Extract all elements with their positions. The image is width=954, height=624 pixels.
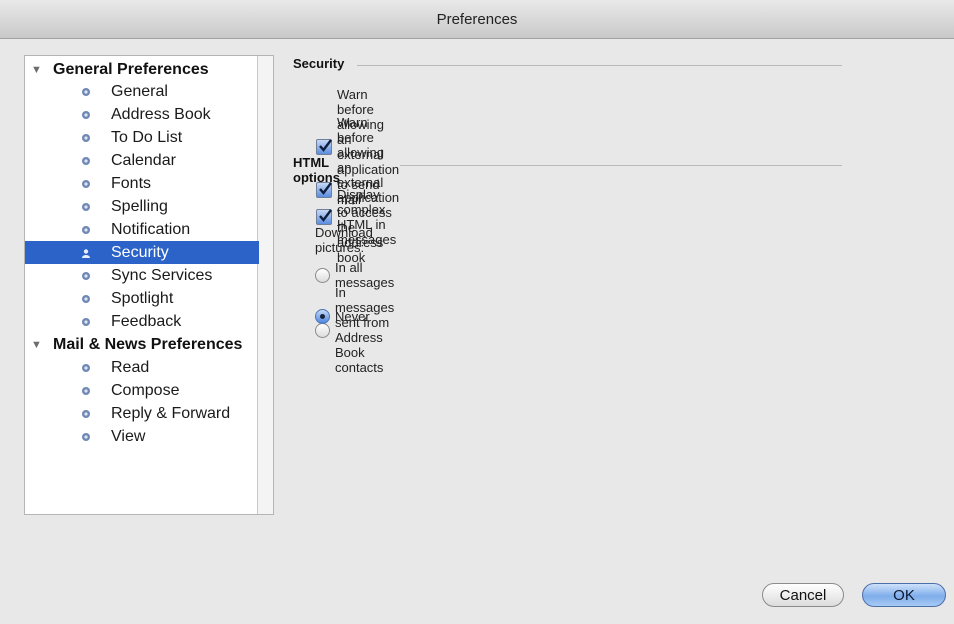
compose-icon <box>82 386 90 395</box>
address-book-icon <box>82 110 90 119</box>
cancel-button[interactable]: Cancel <box>762 583 844 607</box>
notification-icon <box>82 225 90 234</box>
sidebar-item-label: Read <box>111 358 150 376</box>
sidebar-item-label: Spelling <box>111 197 168 215</box>
checkmark-icon <box>319 209 332 222</box>
group-general-preferences[interactable]: ▼ General Preferences <box>25 58 259 81</box>
security-section-title: Security <box>293 56 345 71</box>
reply-forward-icon <box>82 409 90 418</box>
download-pictures-label: Download pictures: <box>315 225 373 255</box>
feedback-icon <box>82 317 90 326</box>
security-icon <box>82 248 90 258</box>
sidebar-item-label: Sync Services <box>111 266 213 284</box>
group-label: General Preferences <box>53 60 209 78</box>
sidebar-item-label: View <box>111 427 146 445</box>
group-mail-news-preferences[interactable]: ▼ Mail & News Preferences <box>25 333 259 356</box>
sidebar-item-spotlight[interactable]: Spotlight <box>25 287 259 310</box>
sidebar-item-view[interactable]: View <box>25 425 259 448</box>
sidebar-item-label: Notification <box>111 220 191 238</box>
sidebar-item-calendar[interactable]: Calendar <box>25 149 259 172</box>
sidebar-item-label: Calendar <box>111 151 176 169</box>
fonts-icon <box>82 179 90 188</box>
sidebar-item-label: Address Book <box>111 105 211 123</box>
radio-label: Never <box>335 309 370 324</box>
radio-label: In messages sent from Address Book conta… <box>335 285 395 375</box>
todo-icon <box>82 133 90 142</box>
radio-address-book-contacts[interactable]: In messages sent from Address Book conta… <box>315 285 394 375</box>
disclosure-triangle-icon[interactable]: ▼ <box>31 64 42 76</box>
prefs-icon <box>82 87 90 96</box>
sidebar-item-general[interactable]: General <box>25 80 259 103</box>
sidebar-item-label: To Do List <box>111 128 183 146</box>
sidebar-item-read[interactable]: Read <box>25 356 259 379</box>
calendar-icon <box>82 156 90 165</box>
radio-button-selected[interactable] <box>315 309 330 324</box>
sidebar-scrollbar[interactable] <box>257 56 273 514</box>
html-options-divider <box>400 165 842 166</box>
sync-icon <box>82 271 90 280</box>
radio-button[interactable] <box>315 322 330 338</box>
sidebar-item-notification[interactable]: Notification <box>25 218 259 241</box>
preferences-sidebar: ▼ General Preferences General Address Bo… <box>24 55 274 515</box>
radio-never[interactable]: Never <box>315 309 370 324</box>
sidebar-item-spelling[interactable]: Spelling <box>25 195 259 218</box>
view-icon <box>82 432 90 441</box>
security-divider <box>357 65 842 66</box>
sidebar-item-sync-services[interactable]: Sync Services <box>25 264 259 287</box>
disclosure-triangle-icon[interactable]: ▼ <box>31 339 42 351</box>
sidebar-item-label: Feedback <box>111 312 182 330</box>
sidebar-item-reply-forward[interactable]: Reply & Forward <box>25 402 259 425</box>
sidebar-item-fonts[interactable]: Fonts <box>25 172 259 195</box>
ok-button[interactable]: OK <box>862 583 946 607</box>
sidebar-item-security[interactable]: Security <box>25 241 259 264</box>
sidebar-item-compose[interactable]: Compose <box>25 379 259 402</box>
sidebar-item-label: Fonts <box>111 174 152 192</box>
sidebar-item-to-do-list[interactable]: To Do List <box>25 126 259 149</box>
html-options-section-title: HTML options <box>293 155 340 185</box>
spotlight-icon <box>82 294 90 303</box>
window-titlebar: Preferences <box>0 0 954 39</box>
read-icon <box>82 363 90 372</box>
sidebar-item-label: Spotlight <box>111 289 174 307</box>
sidebar-item-feedback[interactable]: Feedback <box>25 310 259 333</box>
radio-button[interactable] <box>315 267 330 283</box>
spelling-icon <box>82 202 90 211</box>
sidebar-item-label: Compose <box>111 381 180 399</box>
group-label: Mail & News Preferences <box>53 335 243 353</box>
sidebar-item-address-book[interactable]: Address Book <box>25 103 259 126</box>
sidebar-item-label: Reply & Forward <box>111 404 231 422</box>
sidebar-item-label: Security <box>111 243 169 261</box>
window-title: Preferences <box>436 10 518 28</box>
display-complex-html-checkbox[interactable] <box>316 209 332 225</box>
sidebar-item-label: General <box>111 82 168 100</box>
